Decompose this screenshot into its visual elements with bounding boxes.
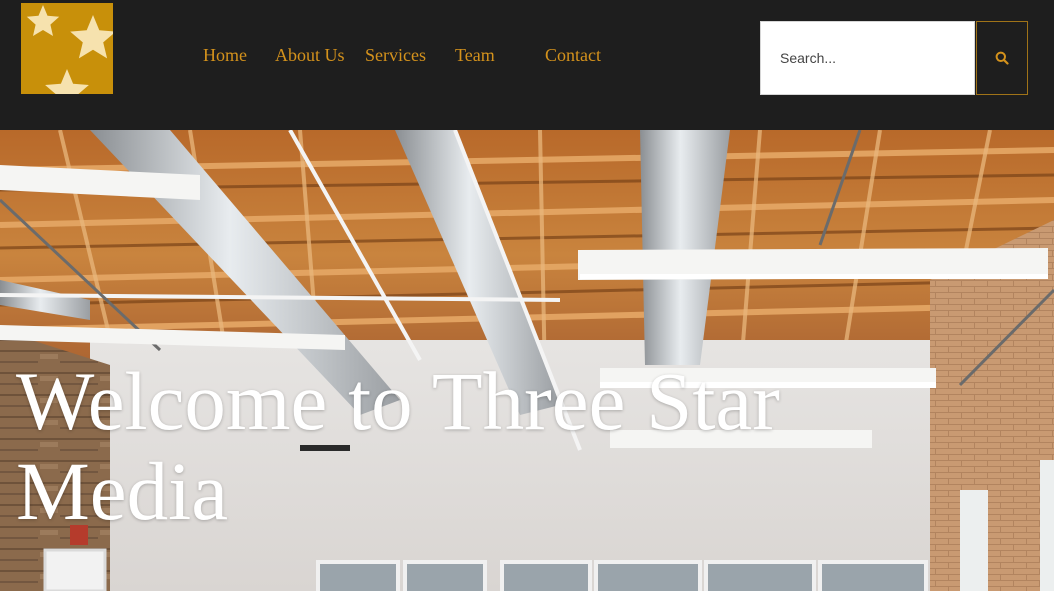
site-header: Home About Us Services Team Contact xyxy=(0,0,1054,130)
search-icon xyxy=(995,51,1009,65)
nav-team[interactable]: Team xyxy=(455,45,495,66)
nav-services[interactable]: Services xyxy=(365,45,426,66)
search-box xyxy=(760,21,975,95)
star-logo-icon xyxy=(21,3,113,94)
nav-about-us[interactable]: About Us xyxy=(275,45,345,66)
nav-contact[interactable]: Contact xyxy=(545,45,601,66)
search-input[interactable] xyxy=(761,22,974,94)
search-button[interactable] xyxy=(976,21,1028,95)
hero-title: Welcome to Three Star Media xyxy=(16,355,780,537)
hero-banner: Welcome to Three Star Media xyxy=(0,130,1054,591)
logo[interactable] xyxy=(21,3,113,94)
nav-home[interactable]: Home xyxy=(203,45,247,66)
